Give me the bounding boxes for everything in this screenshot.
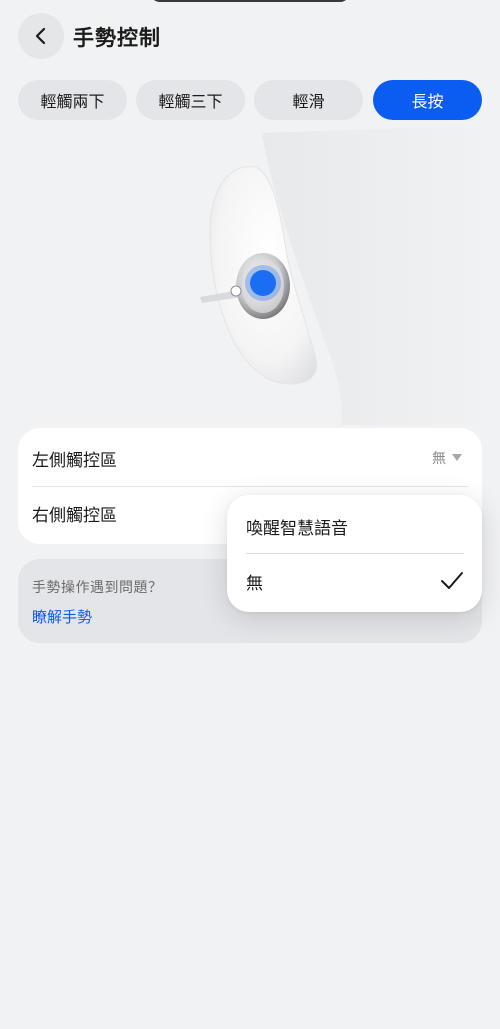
tab-double-tap[interactable]: 輕觸兩下 <box>18 80 127 120</box>
option-label: 喚醒智慧語音 <box>246 518 348 539</box>
tab-swipe[interactable]: 輕滑 <box>254 80 363 120</box>
checkmark-icon <box>441 572 463 589</box>
tab-triple-tap[interactable]: 輕觸三下 <box>136 80 245 120</box>
gesture-tabs: 輕觸兩下 輕觸三下 輕滑 長按 <box>18 80 482 120</box>
left-touch-area-value-text: 無 <box>432 451 446 467</box>
back-button[interactable] <box>18 13 64 59</box>
chevron-left-icon <box>35 27 46 45</box>
learn-gestures-link[interactable]: 瞭解手勢 <box>32 606 92 627</box>
help-question: 手勢操作遇到問題？ <box>32 580 163 596</box>
option-dropdown: 喚醒智慧語音 無 <box>227 495 482 612</box>
right-touch-area-label: 右側觸控區 <box>32 505 117 526</box>
earbud-illustration <box>200 125 500 425</box>
left-touch-area-row[interactable]: 左側觸控區 無 <box>32 430 468 486</box>
tab-long-press[interactable]: 長按 <box>373 80 482 120</box>
option-label: 無 <box>246 573 263 594</box>
page-title: 手勢控制 <box>73 26 161 50</box>
left-touch-area-label: 左側觸控區 <box>32 450 117 471</box>
caret-down-icon <box>452 454 462 461</box>
header: 手勢控制 <box>0 0 500 76</box>
left-touch-area-value[interactable]: 無 <box>432 430 462 486</box>
option-wake-voice-assistant[interactable]: 喚醒智慧語音 <box>246 499 464 553</box>
option-none[interactable]: 無 <box>246 554 464 608</box>
